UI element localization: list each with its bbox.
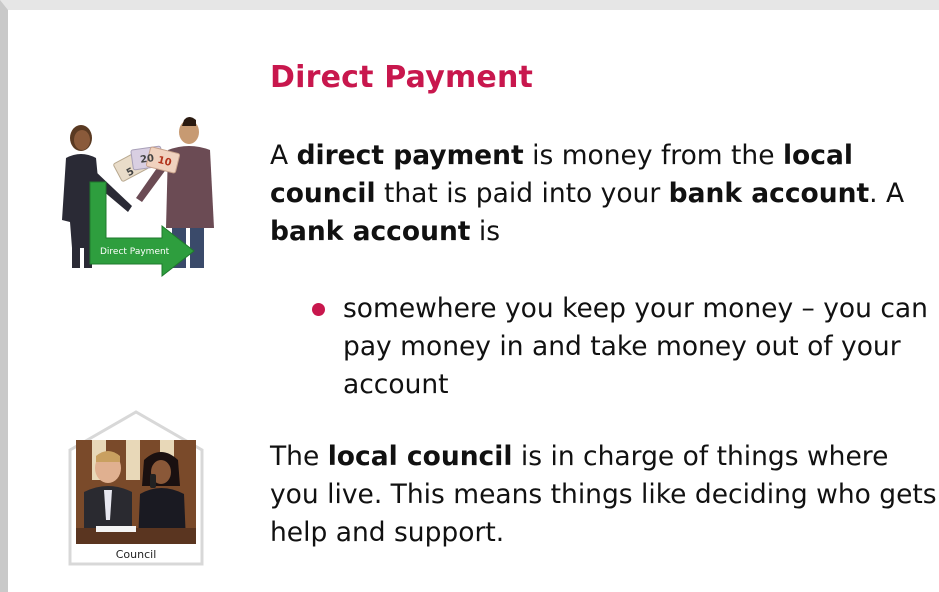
direct-payment-illustration: 5 20 10 Direct Payment [62, 117, 214, 278]
local-council-paragraph: The local council is in charge of things… [270, 441, 937, 548]
direct-payment-label: Direct Payment [100, 247, 170, 257]
page: Direct Payment 5 20 10 Direct Payment A … [0, 0, 939, 592]
page-title: Direct Payment [270, 60, 534, 95]
term-bank-account-2: bank account [270, 216, 471, 247]
term-direct-payment: direct payment [296, 140, 524, 171]
note-20-label: 20 [140, 153, 155, 166]
bullet-text: somewhere you keep your money – you can … [343, 293, 928, 400]
term-bank-account: bank account [668, 178, 870, 209]
direct-payment-paragraph: A direct payment is money from the local… [270, 140, 905, 247]
council-illustration: Council [68, 410, 204, 566]
list-item: somewhere you keep your money – you can … [308, 290, 928, 404]
bank-account-definition-list: somewhere you keep your money – you can … [308, 290, 928, 404]
bullet-dot-icon [312, 303, 325, 316]
term-local-council-2: local council [327, 441, 513, 472]
council-label: Council [116, 548, 157, 561]
